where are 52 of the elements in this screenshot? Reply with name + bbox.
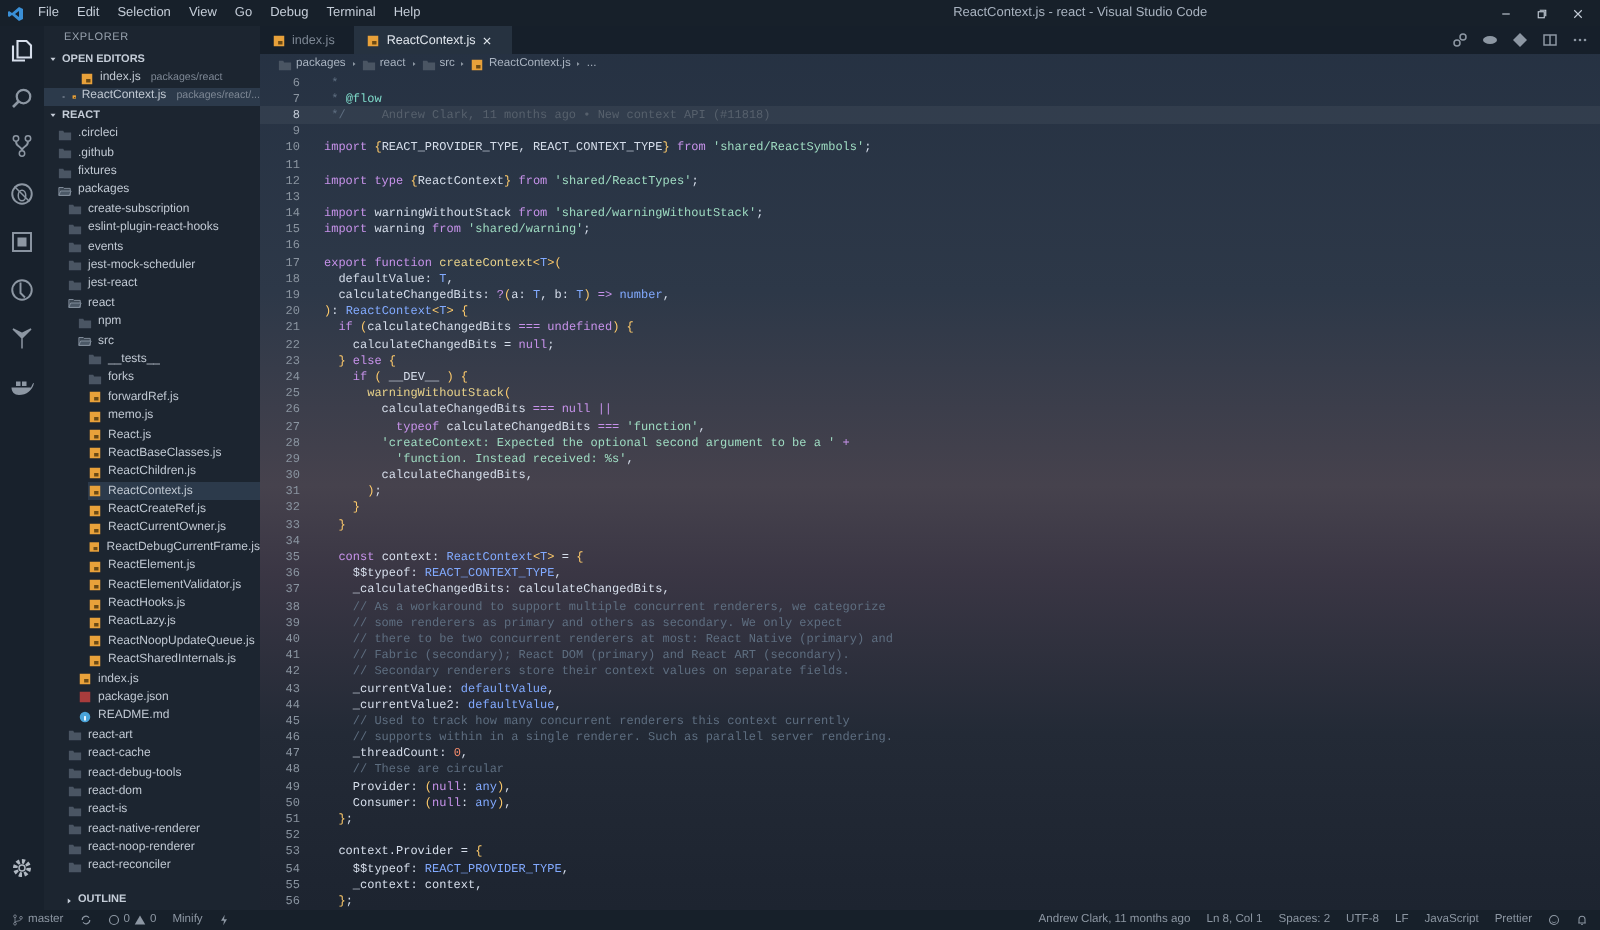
close-icon: [1572, 7, 1584, 19]
js-file-icon: [470, 57, 485, 71]
app-logo-icon: [8, 5, 24, 21]
js-file-icon: [88, 559, 102, 574]
js-file-icon: [88, 653, 102, 668]
js-file-icon: [88, 484, 102, 499]
js-file-icon: [88, 634, 102, 649]
restore-icon: [1536, 7, 1548, 19]
js-file-icon: [78, 672, 92, 687]
js-file-icon: [80, 71, 94, 86]
branch-icon: [10, 134, 34, 158]
settings-icon: [10, 856, 34, 880]
eye-icon: [1482, 32, 1498, 48]
json-file-icon: [78, 690, 92, 705]
collapsed-chevron-icon: [64, 895, 74, 906]
js-file-icon: [88, 503, 102, 518]
open-folder-icon: [78, 334, 92, 349]
split-editor-icon: [1542, 32, 1558, 48]
js-file-icon: [88, 465, 102, 480]
lightning-icon: [218, 914, 231, 926]
js-file-icon: [88, 428, 102, 442]
compare-icon: [1452, 32, 1468, 48]
js-file-icon: [366, 33, 381, 47]
error-icon: [107, 914, 120, 926]
expanded-chevron-icon: [48, 110, 58, 121]
search-icon: [10, 86, 34, 110]
info-file-icon: [78, 709, 92, 724]
minimize-icon: [1500, 7, 1512, 19]
sync-icon: [79, 914, 92, 926]
folder-icon: [78, 315, 92, 330]
js-file-icon: [88, 446, 102, 461]
expanded-chevron-icon: [48, 54, 58, 65]
smiley-icon: [1548, 914, 1560, 926]
js-file-icon: [88, 521, 102, 536]
circle-icon: [10, 278, 34, 302]
files-icon: [10, 38, 34, 62]
bug-icon: [10, 182, 34, 206]
js-file-icon: [88, 540, 101, 555]
bell-icon: [1576, 914, 1588, 926]
extensions-icon: [10, 230, 34, 254]
open-folder-icon: [68, 296, 82, 311]
js-file-icon: [272, 33, 286, 47]
close-icon: [481, 35, 492, 45]
js-file-icon: [88, 597, 102, 612]
js-file-icon: [88, 615, 102, 630]
js-file-icon: [88, 409, 102, 424]
js-file-icon: [88, 578, 102, 593]
open-folder-icon: [58, 183, 72, 198]
branch-icon: [12, 914, 24, 926]
warning-icon: [133, 914, 146, 926]
js-file-icon: [88, 390, 102, 405]
diamond-icon: [1512, 32, 1528, 48]
